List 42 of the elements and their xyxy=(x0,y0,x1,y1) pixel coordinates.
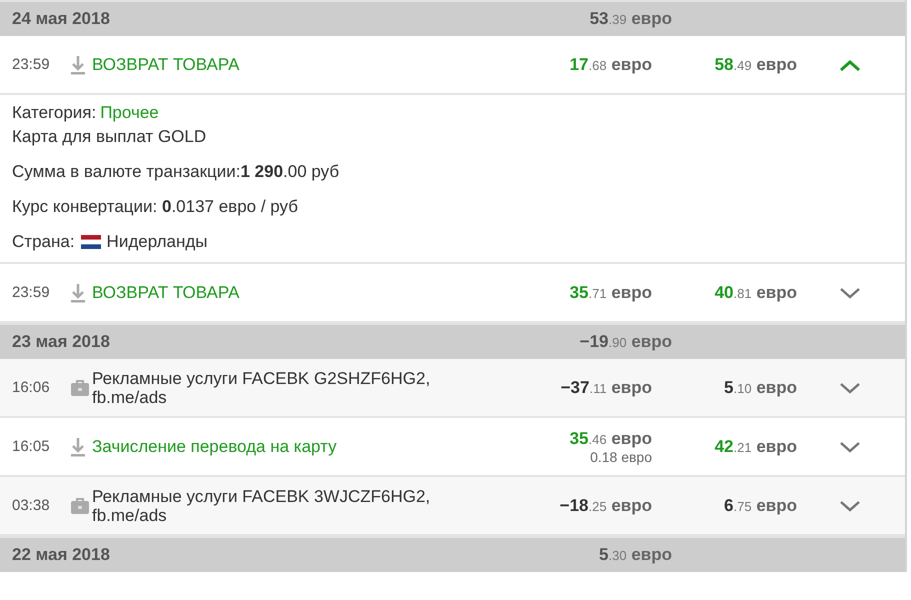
transaction-title: ВОЗВРАТ ТОВАРА xyxy=(92,55,240,74)
briefcase-icon xyxy=(70,378,90,396)
day-total: 5.30 евро xyxy=(599,545,672,565)
transaction-row[interactable]: 03:38 Рекламные услуги FACEBK 3WJCZF6HG2, fb.me/ads −18.25 евро 6.75 евро xyxy=(0,477,905,536)
balance-amount: 6.75 евро xyxy=(724,496,797,516)
detail-text: Карта для выплат GOLD xyxy=(12,127,206,147)
download-icon xyxy=(70,436,86,456)
briefcase-icon xyxy=(70,496,90,514)
day-date: 22 мая 2018 xyxy=(12,545,110,565)
balance-amount: 58.49 евро xyxy=(714,54,797,74)
flag-icon xyxy=(80,235,101,249)
country-label: Страна: xyxy=(12,232,75,252)
day-total: −19.90 евро xyxy=(580,332,672,352)
download-icon xyxy=(70,54,86,74)
transaction-time: 23:59 xyxy=(12,56,51,73)
balance-amount: 42.21 евро xyxy=(714,436,797,456)
category-label: Категория: xyxy=(12,103,96,123)
day-date: 23 мая 2018 xyxy=(12,332,110,352)
transaction-time: 03:38 xyxy=(12,497,51,514)
transaction-title: ВОЗВРАТ ТОВАРА xyxy=(92,283,240,302)
transaction-title: Рекламные услуги FACEBK G2SHZF6HG2, fb.me/ads xyxy=(92,368,432,406)
transaction-row[interactable]: 16:06 Рекламные услуги FACEBK G2SHZF6HG2, fb.me/ads −37.11 евро 5.10 евро xyxy=(0,359,905,418)
day-date: 24 мая 2018 xyxy=(12,9,110,29)
transaction-title: Зачисление перевода на карту xyxy=(92,437,338,456)
transaction-title: Рекламные услуги FACEBK 3WJCZF6HG2, fb.me/ads xyxy=(92,486,432,524)
country-value: Нидерланды xyxy=(106,232,208,252)
transaction-time: 23:59 xyxy=(12,284,51,301)
detail-text: Курс конвертации: 0.0137 евро / руб xyxy=(12,197,298,217)
category-value: Прочее xyxy=(100,103,159,123)
transaction-amount: −18.25 евро xyxy=(560,496,652,516)
balance-amount: 5.10 евро xyxy=(724,378,797,398)
detail-text: Сумма в валюте транзакции:1 290.00 руб xyxy=(12,162,340,182)
transaction-amount: 35.46 евро xyxy=(570,428,652,448)
transaction-time: 16:06 xyxy=(12,379,51,396)
fee-amount: 0.18 евро xyxy=(590,448,652,464)
transaction-time: 16:05 xyxy=(12,438,51,455)
transaction-amount: 35.71 евро xyxy=(570,282,652,302)
balance-amount: 40.81 евро xyxy=(714,282,797,302)
day-total: 53.39 евро xyxy=(590,9,672,29)
transaction-amount: 17.68 евро xyxy=(570,54,652,74)
transaction-amount: −37.11 евро xyxy=(560,378,652,398)
download-icon xyxy=(70,282,86,302)
